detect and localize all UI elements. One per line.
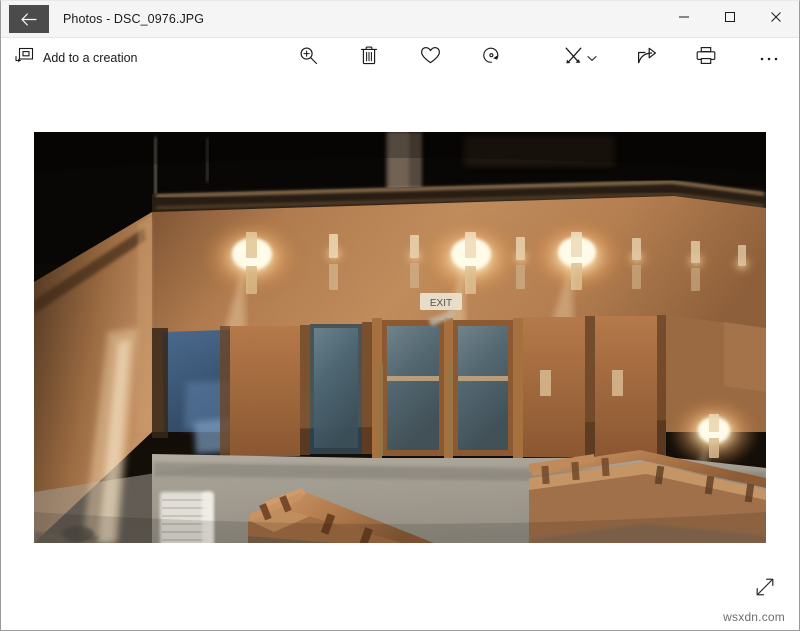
watermark: wsxdn.com <box>723 610 785 624</box>
photo-viewer[interactable]: EXIT <box>34 132 766 543</box>
toolbar: Add to a creation <box>1 37 799 78</box>
close-button[interactable] <box>753 1 799 37</box>
rotate-button[interactable] <box>471 41 511 75</box>
edit-and-create-button[interactable] <box>552 41 608 75</box>
toolbar-center-group <box>288 41 532 75</box>
zoom-in-icon <box>299 46 318 70</box>
trash-icon <box>360 46 378 70</box>
window-controls <box>661 1 799 37</box>
close-icon <box>770 10 782 28</box>
print-button[interactable] <box>686 41 726 75</box>
photo-canvas: EXIT <box>1 78 799 629</box>
add-to-a-creation-button[interactable]: Add to a creation <box>1 41 148 75</box>
share-icon <box>637 46 657 70</box>
zoom-in-button[interactable] <box>288 41 328 75</box>
share-button[interactable] <box>627 41 667 75</box>
favorite-button[interactable] <box>410 41 450 75</box>
maximize-icon <box>724 10 736 28</box>
heart-icon <box>420 46 441 70</box>
see-more-button[interactable] <box>749 41 789 75</box>
print-icon <box>696 46 716 70</box>
photos-app-window: Photos - DSC_0976.JPG <box>0 0 800 631</box>
svg-text:EXIT: EXIT <box>430 298 452 309</box>
back-button[interactable] <box>9 5 49 33</box>
ellipsis-icon <box>759 49 779 67</box>
photo-content: EXIT <box>34 132 766 543</box>
maximize-button[interactable] <box>707 1 753 37</box>
title-bar: Photos - DSC_0976.JPG <box>1 1 799 37</box>
toolbar-right-group <box>552 41 789 75</box>
window-title: Photos - DSC_0976.JPG <box>49 1 204 37</box>
bottom-bar: wsxdn.com <box>1 570 799 630</box>
delete-button[interactable] <box>349 41 389 75</box>
minimize-icon <box>678 10 690 28</box>
resize-diagonal-button[interactable] <box>751 575 779 603</box>
edit-and-create-icon <box>564 46 584 71</box>
minimize-button[interactable] <box>661 1 707 37</box>
add-to-creation-icon <box>15 47 34 69</box>
rotate-icon <box>482 46 501 70</box>
chevron-down-icon <box>587 49 597 67</box>
resize-diagonal-icon <box>754 576 776 603</box>
exit-sign: EXIT <box>420 293 462 310</box>
add-to-a-creation-label: Add to a creation <box>43 51 138 65</box>
back-arrow-icon <box>21 13 37 26</box>
